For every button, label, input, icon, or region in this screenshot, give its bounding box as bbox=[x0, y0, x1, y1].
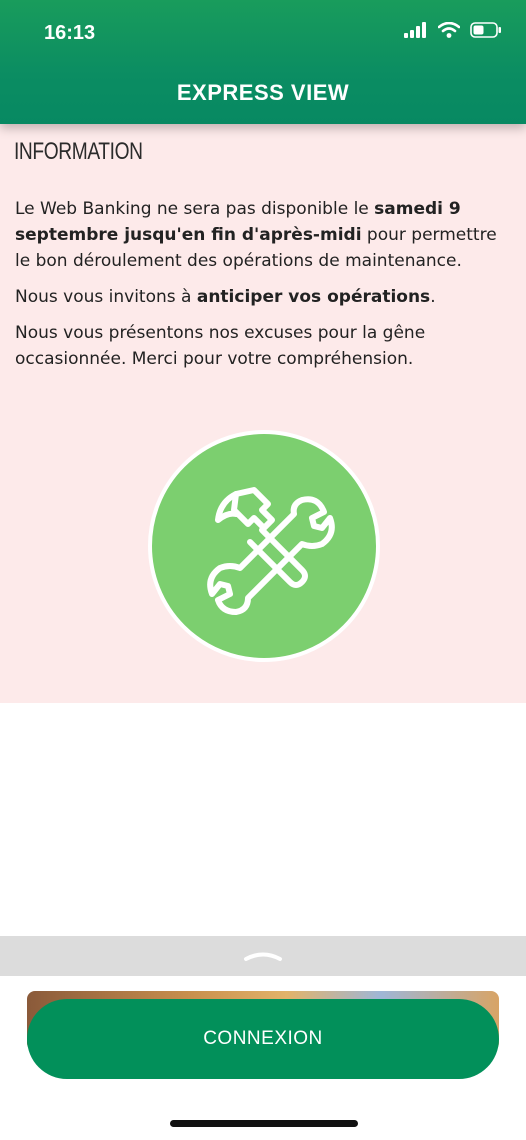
chevron-up-icon[interactable] bbox=[243, 950, 283, 962]
connexion-button[interactable]: CONNEXION bbox=[27, 999, 499, 1079]
maintenance-info-panel: INFORMATION Le Web Banking ne sera pas d… bbox=[0, 124, 526, 703]
info-p2-text-b: . bbox=[430, 287, 436, 307]
battery-icon bbox=[470, 22, 501, 38]
info-text: Le Web Banking ne sera pas disponible le… bbox=[15, 196, 505, 382]
info-heading: INFORMATION bbox=[14, 138, 143, 165]
signal-icon bbox=[404, 22, 426, 38]
info-paragraph-2: Nous vous invitons à anticiper vos opéra… bbox=[15, 284, 505, 310]
status-icons bbox=[404, 22, 502, 38]
info-p2-text-a: Nous vous invitons à bbox=[15, 287, 197, 307]
info-p1-text-a: Le Web Banking ne sera pas disponible le bbox=[15, 199, 375, 219]
wifi-icon bbox=[438, 22, 460, 38]
drawer-handle-bar[interactable] bbox=[0, 936, 526, 976]
tools-icon bbox=[207, 487, 335, 615]
home-indicator bbox=[170, 1120, 358, 1127]
app-header: 16:13 EXPRESS VIEW bbox=[0, 0, 526, 124]
maintenance-badge bbox=[148, 430, 380, 662]
info-p2-bold: anticiper vos opérations bbox=[196, 287, 431, 307]
info-paragraph-3: Nous vous présentons nos excuses pour la… bbox=[15, 323, 426, 369]
page-title: EXPRESS VIEW bbox=[176, 80, 350, 105]
info-paragraph-1: Le Web Banking ne sera pas disponible le… bbox=[15, 196, 505, 274]
status-time: 16:13 bbox=[44, 22, 96, 44]
